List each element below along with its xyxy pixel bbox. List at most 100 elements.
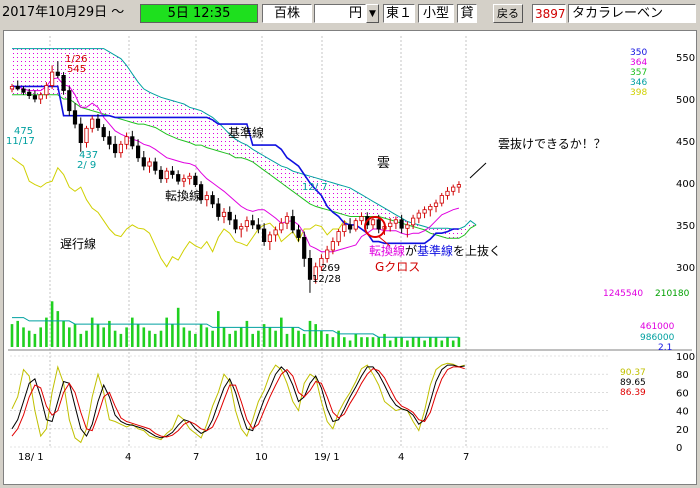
osc-tick-label: 40 xyxy=(676,407,689,418)
price-tick-label: 500 xyxy=(676,95,695,106)
candle-body xyxy=(227,211,232,221)
candle-body xyxy=(210,195,215,205)
volume-bar xyxy=(394,337,398,347)
volume-bar xyxy=(383,333,386,347)
candle-body xyxy=(410,217,416,226)
x-tick-label: 7 xyxy=(193,452,199,463)
osc-tick-label: 0 xyxy=(676,443,682,454)
volume-legend-value: 461000 xyxy=(640,322,675,332)
volume-bar xyxy=(423,340,426,347)
question-label: 雲抜けできるか！？ xyxy=(498,137,606,151)
volume-bar xyxy=(314,324,317,347)
volume-bar xyxy=(348,340,352,347)
volume-bar xyxy=(39,327,42,347)
volume-bar xyxy=(302,333,306,347)
candle-body xyxy=(21,88,26,93)
volume-bar xyxy=(10,324,14,347)
candle-body xyxy=(239,226,244,230)
x-tick-label: 7 xyxy=(463,452,469,463)
osc-tick-label: 80 xyxy=(676,370,689,381)
osc-legend-value: 90.37 xyxy=(620,368,646,378)
volume-bar xyxy=(360,337,363,347)
candle-body xyxy=(244,220,249,227)
volume-bar xyxy=(308,320,312,347)
candle-body xyxy=(164,170,169,180)
candle-body xyxy=(359,216,364,222)
cross-tenkan-text: 転換線 xyxy=(369,243,405,258)
candle-body xyxy=(376,219,381,230)
candle-body xyxy=(416,212,421,219)
volume-bar xyxy=(268,327,272,347)
candle-body xyxy=(32,95,38,100)
candle-body xyxy=(261,228,267,243)
cross-kijun-text: 基準線 xyxy=(417,243,453,258)
volume-bar xyxy=(136,324,140,347)
chikou-label: 遅行線 xyxy=(60,236,96,251)
candle-body xyxy=(290,216,295,231)
price-tick-label: 400 xyxy=(676,179,695,190)
volume-bar xyxy=(388,340,392,347)
question-pointer xyxy=(469,162,487,179)
candle-body xyxy=(187,175,192,180)
volume-layer xyxy=(8,301,692,351)
volume-legend-value: 2.1 xyxy=(658,343,672,353)
oscillator-layer xyxy=(11,362,465,444)
low2-date-label: 12/28 xyxy=(312,274,341,285)
candle-body xyxy=(204,195,209,201)
candle-body xyxy=(273,229,278,236)
high-value-label: 545 xyxy=(67,64,86,75)
candle-body xyxy=(347,224,353,230)
candle-body xyxy=(221,211,227,217)
candle-body xyxy=(405,224,410,229)
volume-bar xyxy=(285,333,289,347)
low2-value-label: 269 xyxy=(321,263,340,274)
price-legend-value: 346 xyxy=(630,78,647,88)
mid-date-label: 2/ 9 xyxy=(77,160,96,171)
volume-bar xyxy=(85,330,88,347)
volume-bar xyxy=(457,337,461,347)
volume-bar xyxy=(257,330,260,347)
volume-bar xyxy=(411,337,415,347)
candle-body xyxy=(353,220,358,230)
price-legend-value: 357 xyxy=(630,68,647,78)
volume-legend-value: 1245540 xyxy=(603,289,643,299)
candle-body xyxy=(193,175,198,185)
candle-body xyxy=(124,136,129,145)
volume-bar xyxy=(62,320,65,347)
volume-bar xyxy=(205,327,209,347)
candle-body xyxy=(113,143,118,154)
volume-bar xyxy=(354,333,358,347)
candle-body xyxy=(256,224,261,230)
candle-body xyxy=(267,234,273,242)
candle-body xyxy=(55,71,60,76)
osc-legend-value: 86.39 xyxy=(620,388,646,398)
candle-body xyxy=(393,219,399,224)
candle-body xyxy=(95,118,101,128)
candle-body xyxy=(451,186,456,192)
volume-bar xyxy=(377,337,380,347)
candle-body xyxy=(141,157,146,167)
volume-bar xyxy=(96,324,100,347)
candle-body xyxy=(107,136,112,145)
price-tick-label: 350 xyxy=(676,221,695,232)
volume-bar xyxy=(406,340,409,347)
osc-tick-label: 100 xyxy=(676,352,695,363)
candle-body xyxy=(422,209,427,214)
volume-bar xyxy=(73,324,77,347)
volume-bar xyxy=(297,330,300,347)
candle-body xyxy=(44,85,49,96)
osc-tick-label: 20 xyxy=(676,425,689,436)
candle-body xyxy=(38,94,43,100)
volume-bar xyxy=(234,330,237,347)
volume-bar xyxy=(148,330,151,347)
candle-body xyxy=(342,224,347,232)
volume-bar xyxy=(22,327,25,347)
price-legend-value: 350 xyxy=(630,48,647,58)
volume-legend-value: 210180 xyxy=(655,289,690,299)
candle-body xyxy=(15,86,20,90)
candle-body xyxy=(279,222,284,231)
volume-bar xyxy=(228,333,231,347)
low-date-label: 11/17 xyxy=(6,136,35,147)
x-tick-label: 4 xyxy=(125,452,131,463)
cross-ga-text: が xyxy=(405,243,417,258)
